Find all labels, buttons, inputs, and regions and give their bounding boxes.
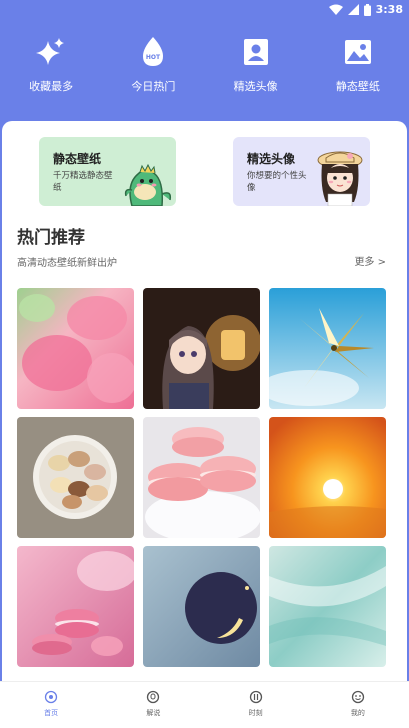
top-nav-static-wallpapers[interactable]: 静态壁纸 <box>307 36 409 106</box>
top-nav: 收藏最多 HOT 今日热门 精选头像 静态壁纸 <box>0 36 409 106</box>
battery-icon <box>363 3 371 16</box>
wallpaper-tile-pink-flowers[interactable] <box>17 288 134 409</box>
sparkle-icon <box>35 36 67 68</box>
promo-desc: 你想要的个性头像 <box>247 171 307 193</box>
bottom-nav: 首页 解说 时刻 我的 <box>0 681 409 728</box>
section-subtitle: 高清动态壁纸新鲜出炉 <box>17 258 117 269</box>
bottom-nav-commentary[interactable]: 解说 <box>102 682 204 728</box>
promo-avatar[interactable]: 精选头像 你想要的个性头像 <box>233 137 370 206</box>
girl-avatar-illustration <box>317 151 363 206</box>
wallpaper-tile-macarons-bowl[interactable] <box>17 417 134 538</box>
wallpaper-tile-pink-macaron-flowers[interactable] <box>17 546 134 667</box>
commentary-icon <box>146 690 160 704</box>
bottom-nav-label: 时刻 <box>248 709 263 717</box>
promo-title: 静态壁纸 <box>53 152 102 166</box>
section-title: 热门推荐 <box>17 228 85 248</box>
status-icons: 3:38 <box>328 3 403 16</box>
wifi-icon <box>328 4 343 15</box>
status-time: 3:38 <box>375 3 403 16</box>
wallpaper-tile-crescent-moon[interactable] <box>143 546 260 667</box>
top-nav-label: 静态壁纸 <box>335 80 380 93</box>
top-nav-label: 精选头像 <box>233 80 278 93</box>
signal-icon <box>347 4 359 15</box>
promo-static-wallpaper[interactable]: 静态壁纸 千万精选静态壁纸 <box>39 137 176 206</box>
promo-title: 精选头像 <box>247 152 296 166</box>
dino-mascot-illustration <box>124 163 172 206</box>
top-nav-hot[interactable]: HOT 今日热门 <box>102 36 204 106</box>
wallpaper-tile-pink-macarons[interactable] <box>143 417 260 538</box>
hot-badge: HOT <box>146 54 161 61</box>
clock-icon <box>249 690 263 704</box>
more-link[interactable]: 更多 > <box>354 253 386 268</box>
bottom-nav-home[interactable]: 首页 <box>0 682 102 728</box>
status-bar: 3:38 <box>0 0 409 22</box>
image-icon <box>342 36 374 68</box>
avatar-icon <box>240 36 272 68</box>
bottom-nav-label: 首页 <box>44 709 59 717</box>
top-nav-favorites[interactable]: 收藏最多 <box>0 36 102 106</box>
wallpaper-tile-sunset-sun[interactable] <box>269 417 386 538</box>
hot-icon: HOT <box>137 36 169 68</box>
home-icon <box>44 690 58 704</box>
bottom-nav-profile[interactable]: 我的 <box>307 682 409 728</box>
top-nav-label: 收藏最多 <box>29 80 74 93</box>
wallpaper-tile-teal-abstract[interactable] <box>269 546 386 667</box>
profile-icon <box>351 690 365 704</box>
bottom-nav-label: 我的 <box>350 709 365 717</box>
top-nav-label: 今日热门 <box>131 80 176 93</box>
bottom-nav-moments[interactable]: 时刻 <box>205 682 307 728</box>
wallpaper-tile-anime-girl-lantern[interactable] <box>143 288 260 409</box>
bottom-nav-label: 解说 <box>146 709 161 717</box>
top-nav-avatars[interactable]: 精选头像 <box>205 36 307 106</box>
promo-desc: 千万精选静态壁纸 <box>53 171 113 193</box>
wallpaper-tile-pinwheel-sky[interactable] <box>269 288 386 409</box>
content-card: 静态壁纸 千万精选静态壁纸 精选头像 你想要的个性头像 热门推荐 高清动态壁纸新… <box>2 121 407 681</box>
